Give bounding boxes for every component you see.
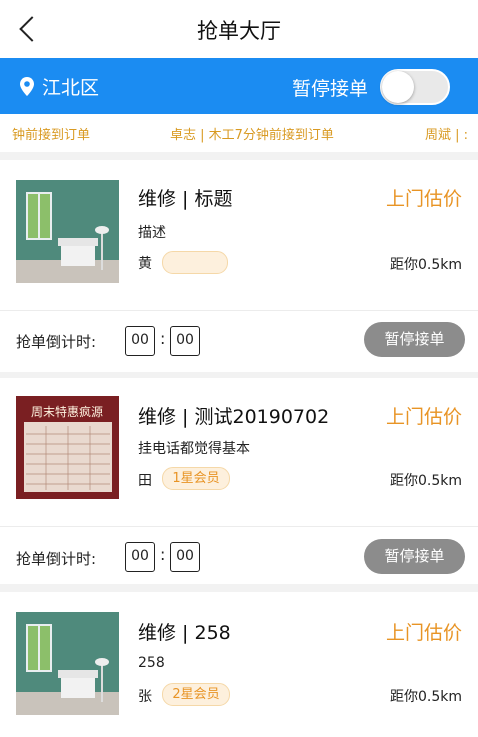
order-ticker: 钟前接到订单 卓志 | 木工7分钟前接到订单 周斌 | : [0, 114, 478, 152]
countdown-seconds: 00 [170, 542, 200, 572]
price-board-image: 周末特惠疯源 [16, 396, 119, 499]
order-description: 描述 [138, 225, 166, 241]
customer-surname: 黄 [138, 256, 152, 272]
countdown-seconds: 00 [170, 326, 200, 356]
location-bar: 江北区 暂停接单 [0, 58, 478, 114]
order-description: 258 [138, 655, 165, 671]
customer-surname: 田 [138, 473, 152, 489]
order-title: 维修 | 标题 [138, 188, 233, 210]
room-interior-image [16, 612, 119, 715]
member-badge [162, 251, 228, 274]
distance-text: 距你0.5km [389, 689, 462, 705]
countdown-minutes: 00 [125, 542, 155, 572]
nav-header: 抢单大厅 [0, 0, 478, 58]
distance-text: 距你0.5km [389, 473, 462, 489]
ticker-item: 钟前接到订单 [12, 128, 91, 143]
order-title: 维修 | 258 [138, 622, 231, 644]
pause-orders-label: 暂停接单 [292, 78, 369, 100]
page-title: 抢单大厅 [197, 19, 281, 43]
ticker-item: 周斌 | : [425, 128, 469, 143]
ticker-item: 卓志 | 木工7分钟前接到订单 [170, 128, 334, 143]
price-label: 上门估价 [385, 188, 462, 210]
distance-text: 距你0.5km [389, 257, 462, 273]
countdown-label: 抢单倒计时: [16, 333, 97, 351]
pause-order-button[interactable]: 暂停接单 [364, 539, 465, 574]
toggle-knob [382, 71, 414, 103]
customer-surname: 张 [138, 689, 152, 705]
price-label: 上门估价 [385, 622, 462, 644]
order-card[interactable]: 维修 | 258 上门估价 258 张 2星会员 距你0.5km [0, 592, 478, 737]
order-card[interactable]: 周末特惠疯源 维修 | 测试20190702 上门估价 挂电话都觉得基本 田 1… [0, 378, 478, 584]
member-badge: 2星会员 [162, 683, 230, 706]
order-description: 挂电话都觉得基本 [138, 441, 250, 457]
countdown-minutes: 00 [125, 326, 155, 356]
divider [0, 310, 478, 311]
order-card[interactable]: 维修 | 标题 上门估价 描述 黄 距你0.5km 抢单倒计时: 00 : 00… [0, 160, 478, 372]
countdown-colon: : [160, 545, 166, 564]
order-title: 维修 | 测试20190702 [138, 406, 330, 428]
divider [0, 526, 478, 527]
board-text: 周末特惠疯源 [31, 404, 103, 419]
countdown-label: 抢单倒计时: [16, 550, 97, 568]
room-interior-image [16, 180, 119, 283]
price-label: 上门估价 [385, 406, 462, 428]
location-pin-icon [20, 77, 34, 96]
member-badge: 1星会员 [162, 467, 230, 490]
pause-orders-toggle[interactable] [380, 69, 450, 105]
district-selector[interactable]: 江北区 [42, 73, 99, 100]
countdown-colon: : [160, 329, 166, 348]
pause-order-button[interactable]: 暂停接单 [364, 322, 465, 357]
